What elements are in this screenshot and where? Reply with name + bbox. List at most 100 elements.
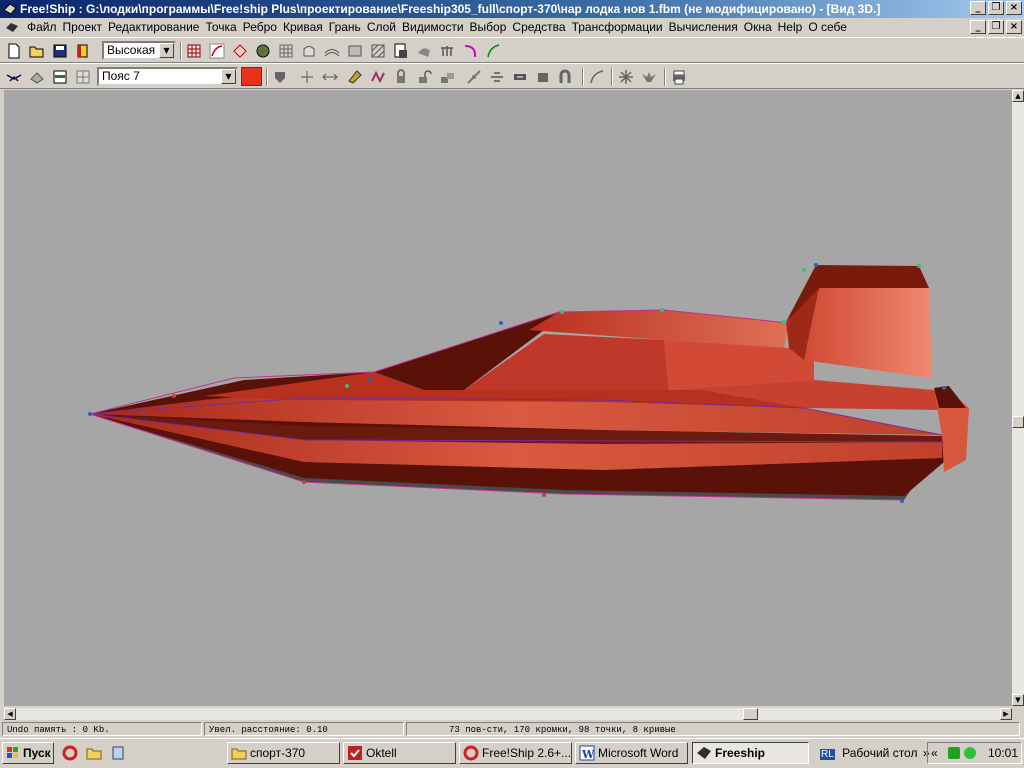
lock-icon [397,68,405,83]
layer-color-swatch[interactable] [241,67,262,86]
vertical-scrollbar[interactable]: ▲ ▼ [1012,90,1024,706]
new-curve-button[interactable] [587,67,607,86]
scroll-right-icon[interactable]: ▶ [1000,708,1012,720]
word-icon: W [579,745,595,761]
menu-item-0[interactable]: Файл [26,18,62,37]
open-file-button[interactable] [27,41,47,60]
curvature-button[interactable] [207,41,227,60]
menu-item-7[interactable]: Слой [366,18,401,37]
layer-dialog-button[interactable] [50,67,70,86]
language-bar[interactable]: RL Рабочий стол » [820,745,930,763]
mirror-button[interactable] [487,67,507,86]
extrude-edge-button[interactable] [368,67,388,86]
layer-select[interactable]: Пояс 7 ▼ [97,67,238,86]
task-freeship-browser[interactable]: Free!Ship 2.6+... [459,742,572,764]
folder-quicklaunch-icon[interactable] [86,745,102,761]
horizontal-scroll-thumb[interactable] [743,708,758,720]
edge-split-button[interactable] [345,67,365,86]
star-button[interactable] [616,67,636,86]
chevron-down-icon[interactable]: ▼ [159,43,174,58]
flowlines-button[interactable] [414,41,434,60]
control-net-button[interactable] [184,41,204,60]
menu-item-6[interactable]: Грань [328,18,366,37]
shade-button[interactable] [253,41,273,60]
save-button[interactable] [50,41,70,60]
task-freeship[interactable]: Freeship [692,742,809,764]
add-point-button[interactable] [297,67,317,86]
chevron-down-icon[interactable]: ▼ [221,69,236,84]
vertical-scroll-thumb[interactable] [1012,416,1024,428]
markers-button[interactable] [437,41,457,60]
menu-item-4[interactable]: Ребро [242,18,282,37]
window-title-bar[interactable]: Free!Ship : G:\лодки\программы\Free!ship… [0,0,1024,18]
new-point-button[interactable] [270,67,290,86]
menu-item-14[interactable]: Help [777,18,808,37]
scroll-down-icon[interactable]: ▼ [1012,694,1024,706]
auto-group-button[interactable] [73,67,93,86]
viewport-3d[interactable] [4,90,1012,706]
unlock-all-button[interactable] [437,67,457,86]
menu-item-2[interactable]: Редактирование [107,18,204,37]
connect-button[interactable] [510,67,530,86]
stations-button[interactable] [299,41,319,60]
face-button[interactable] [533,67,553,86]
menu-item-3[interactable]: Точка [204,18,241,37]
update-icon[interactable] [964,747,976,759]
new-file-button[interactable] [4,41,24,60]
hydrostatics-button[interactable] [391,41,411,60]
close-button[interactable]: × [1006,1,1022,15]
collapse-point-button[interactable] [320,67,340,86]
scroll-up-icon[interactable]: ▲ [1012,90,1024,102]
minimize-button[interactable]: _ [970,1,986,15]
tool-select-button[interactable] [4,67,24,86]
task-word[interactable]: W Microsoft Word [575,742,688,764]
lock-button[interactable] [391,67,411,86]
crease-button[interactable] [556,67,576,86]
menu-item-1[interactable]: Проект [62,18,108,37]
buttocks-button[interactable] [322,41,342,60]
desktop-label[interactable]: Рабочий стол [842,746,917,760]
layer-dialog-icon [53,70,67,83]
menu-item-12[interactable]: Вычисления [668,18,743,37]
doc-close-button[interactable]: × [1006,20,1022,34]
color-button[interactable] [73,41,93,60]
menu-item-11[interactable]: Трансформации [571,18,668,37]
restore-button[interactable]: ❐ [988,1,1004,15]
start-button[interactable]: Пуск [2,742,54,764]
menu-item-15[interactable]: О себе [807,18,852,37]
task-oktell[interactable]: Oktell [343,742,456,764]
layer-properties-button[interactable] [27,67,47,86]
notepad-quicklaunch-icon[interactable] [110,745,126,761]
insert-edge-button[interactable] [464,67,484,86]
grid-button[interactable] [276,41,296,60]
diagonals-button[interactable] [368,41,388,60]
menu-item-10[interactable]: Средства [511,18,570,37]
menu-item-13[interactable]: Окна [743,18,777,37]
bird-button[interactable] [639,67,659,86]
doc-minimize-button[interactable]: _ [970,20,986,34]
doc-restore-button[interactable]: ❐ [988,20,1004,34]
control-curves-icon [487,43,500,57]
extrude-edge-icon [371,70,385,83]
waterlines-button[interactable] [345,41,365,60]
horizontal-scrollbar[interactable]: ◀ ▶ [4,708,1012,720]
language-indicator[interactable]: RL [820,749,835,760]
curvature-plot-button[interactable] [460,41,480,60]
opera-quicklaunch-icon[interactable] [62,745,78,761]
start-label: Пуск [23,746,51,760]
precision-select[interactable]: Высокая ▼ [102,41,176,60]
task-label: Free!Ship 2.6+... [482,746,572,760]
scroll-left-icon[interactable]: ◀ [4,708,16,720]
task-sport370[interactable]: спорт-370 [227,742,340,764]
control-curves-button[interactable] [483,41,503,60]
menu-item-5[interactable]: Кривая [282,18,328,37]
unlock-button[interactable] [414,67,434,86]
network-icon[interactable] [948,747,960,759]
document-icon[interactable] [5,21,19,34]
interior-edges-button[interactable] [230,41,250,60]
print-button[interactable] [669,67,689,86]
tray-expand-icon[interactable]: « [931,743,938,763]
status-bar: Undo память : 0 Kb. Увел. расстояние: 0.… [0,721,1024,737]
menu-item-8[interactable]: Видимости [401,18,469,37]
menu-item-9[interactable]: Выбор [469,18,512,37]
